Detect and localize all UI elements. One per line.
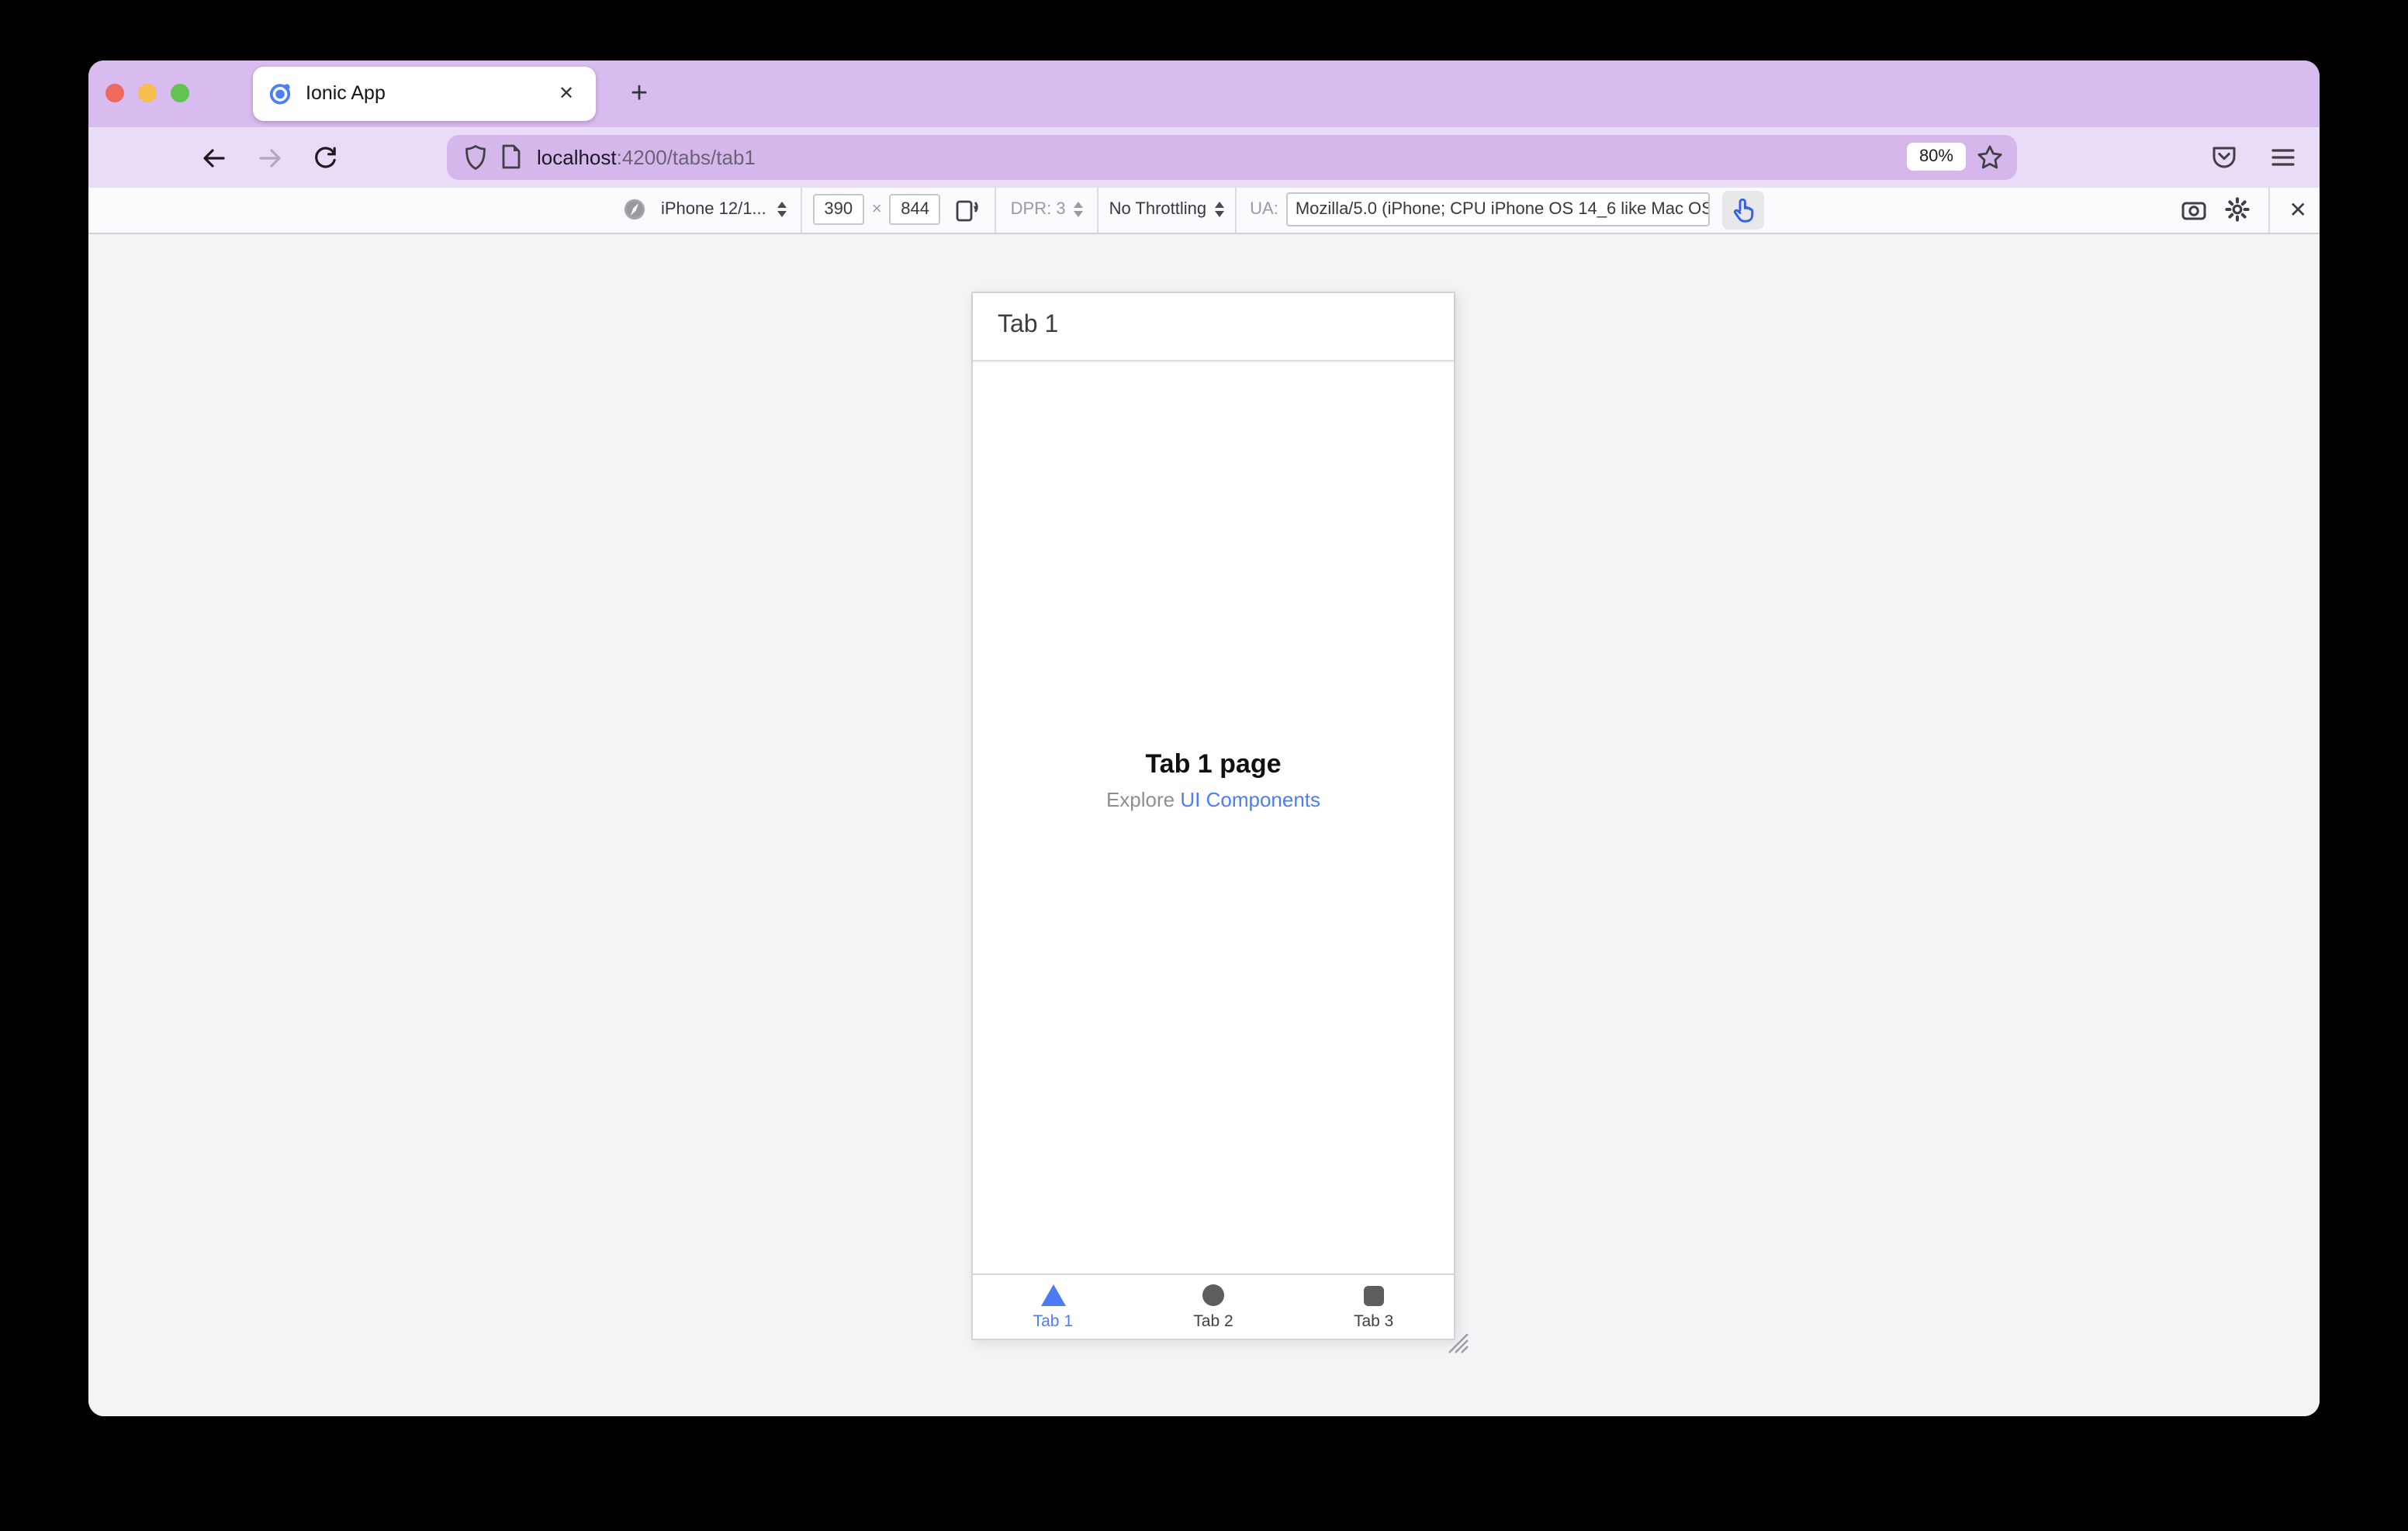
reload-button[interactable] (306, 137, 346, 178)
dpr-stepper-icon[interactable] (1073, 202, 1083, 217)
tab-button-tab2[interactable]: Tab 2 (1133, 1274, 1294, 1338)
page-title: Tab 1 (998, 312, 1059, 338)
times-label: × (871, 200, 882, 219)
square-icon (1363, 1285, 1384, 1305)
new-tab-button[interactable]: + (619, 74, 659, 114)
rdm-content-area: Tab 1 Tab 1 page Explore UI Components T… (88, 233, 2320, 1415)
shield-icon[interactable] (464, 143, 487, 170)
rdm-separator (800, 186, 802, 233)
menu-icon[interactable] (2271, 147, 2295, 167)
browser-tab-ionic-app[interactable]: Ionic App ✕ (253, 66, 596, 120)
rdm-separator (1096, 186, 1098, 233)
rdm-separator (2268, 186, 2271, 233)
minimize-window-button[interactable] (138, 84, 157, 102)
viewport-width-input[interactable] (812, 194, 864, 225)
titlebar: Ionic App ✕ + (88, 60, 2320, 126)
page-info-icon[interactable] (501, 144, 521, 169)
user-agent-input[interactable]: Mozilla/5.0 (iPhone; CPU iPhone OS 14_6 … (1285, 192, 1710, 226)
ionic-tab-bar: Tab 1 Tab 2 Tab 3 (973, 1273, 1454, 1338)
welcome-block: Tab 1 page Explore UI Components (973, 749, 1454, 811)
ionic-app-content: Tab 1 page Explore UI Components (973, 361, 1454, 1273)
settings-gear-icon[interactable] (2225, 197, 2251, 222)
ionic-favicon-icon (268, 81, 292, 105)
tab-button-tab1[interactable]: Tab 1 (973, 1274, 1133, 1338)
circle-icon (1202, 1284, 1224, 1306)
url-bar[interactable]: localhost:4200/tabs/tab1 80% (447, 134, 2017, 179)
nav-right-cluster (2211, 126, 2295, 187)
zoom-window-button[interactable] (171, 84, 189, 102)
rdm-toolbar: iPhone 12/1... × DPR: 3 No Throttling UA… (88, 186, 2320, 233)
device-viewport: Tab 1 Tab 1 page Explore UI Components T… (971, 291, 1455, 1339)
close-window-button[interactable] (106, 84, 124, 102)
explore-text: Explore UI Components (1105, 787, 1321, 811)
dpr-label[interactable]: DPR: 3 (1011, 200, 1066, 219)
forward-button[interactable] (250, 137, 290, 178)
screen: Ionic App ✕ + localhost:4200/tabs/tab1 8… (0, 0, 2408, 1531)
back-button[interactable] (194, 137, 234, 178)
throttling-selector[interactable]: No Throttling (1109, 200, 1207, 219)
throttling-stepper-icon[interactable] (1214, 202, 1224, 217)
ua-label: UA: (1250, 200, 1278, 219)
rdm-separator (1234, 186, 1237, 233)
browser-window: Ionic App ✕ + localhost:4200/tabs/tab1 8… (88, 60, 2320, 1415)
navigation-toolbar: localhost:4200/tabs/tab1 80% (88, 126, 2320, 187)
rdm-close-icon[interactable]: ✕ (2289, 196, 2307, 223)
ui-components-link[interactable]: UI Components (1180, 788, 1320, 811)
rotate-viewport-icon[interactable] (955, 197, 981, 222)
device-selector-stepper-icon[interactable] (777, 202, 787, 217)
touch-simulation-button[interactable] (1721, 190, 1764, 229)
viewport-resize-handle[interactable] (1448, 1333, 1471, 1353)
rdm-right-cluster: ✕ (2182, 186, 2307, 233)
screenshot-camera-icon[interactable] (2182, 199, 2207, 219)
page-heading: Tab 1 page (1145, 748, 1282, 779)
url-path: :4200/tabs/tab1 (616, 145, 756, 168)
tab-title: Ionic App (306, 82, 386, 104)
url-text: localhost:4200/tabs/tab1 (537, 145, 756, 168)
ionic-app-header: Tab 1 (973, 292, 1454, 361)
tab-button-tab3[interactable]: Tab 3 (1293, 1274, 1454, 1338)
device-compass-icon (624, 199, 645, 220)
url-host: localhost (537, 145, 617, 168)
triangle-icon (1040, 1284, 1066, 1306)
zoom-level-badge[interactable]: 80% (1906, 143, 1966, 171)
viewport-height-input[interactable] (889, 194, 941, 225)
device-selector[interactable]: iPhone 12/1... (661, 200, 766, 219)
close-tab-icon[interactable]: ✕ (552, 79, 580, 107)
pocket-icon[interactable] (2211, 143, 2237, 170)
rdm-separator (995, 186, 997, 233)
bookmark-star-icon[interactable] (1977, 143, 2003, 170)
traffic-lights (106, 60, 189, 126)
